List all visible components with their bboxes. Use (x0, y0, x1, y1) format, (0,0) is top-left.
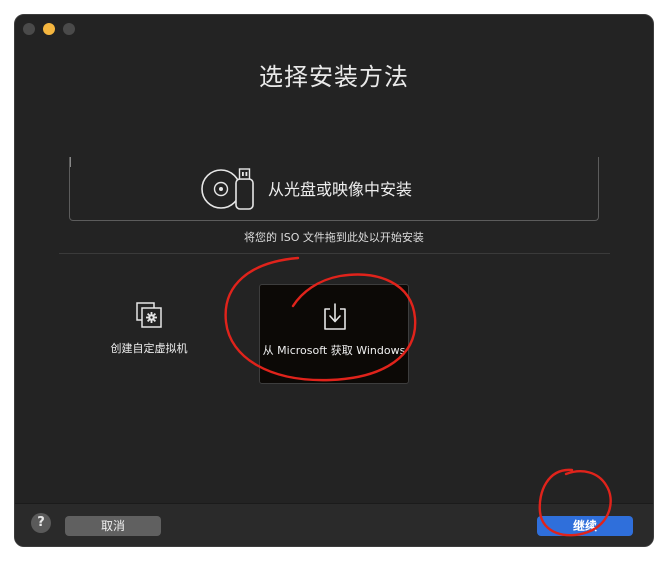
zoom-window-button[interactable] (63, 23, 75, 35)
page-title: 选择安装方法 (259, 63, 409, 91)
get-windows-from-microsoft-option[interactable]: 从 Microsoft 获取 Windows (259, 284, 409, 384)
create-custom-vm-option[interactable]: 创建自定虚拟机 (101, 299, 197, 359)
help-button[interactable]: ? (31, 513, 51, 533)
install-from-disc-option[interactable]: 从光盘或映像中安装 (69, 157, 599, 221)
get-windows-from-microsoft-label: 从 Microsoft 获取 Windows (262, 344, 406, 357)
download-icon (324, 303, 346, 330)
custom-vm-gear-icon (136, 302, 162, 328)
installer-window: 选择安装方法 从光盘或映像中安装 将您的 ISO 文件拖到此处以开始安装 创建自… (14, 14, 654, 547)
section-divider (59, 253, 610, 254)
close-window-button[interactable] (23, 23, 35, 35)
iso-drag-hint: 将您的 ISO 文件拖到此处以开始安装 (244, 231, 424, 244)
cancel-button[interactable]: 取消 (65, 516, 161, 536)
footer-bar: ? 取消 继续 (15, 503, 653, 546)
disc-and-usb-icon (201, 168, 254, 210)
install-from-disc-label: 从光盘或映像中安装 (268, 180, 413, 199)
minimize-window-button[interactable] (43, 23, 55, 35)
continue-button[interactable]: 继续 (537, 516, 633, 536)
create-custom-vm-label: 创建自定虚拟机 (110, 342, 188, 355)
